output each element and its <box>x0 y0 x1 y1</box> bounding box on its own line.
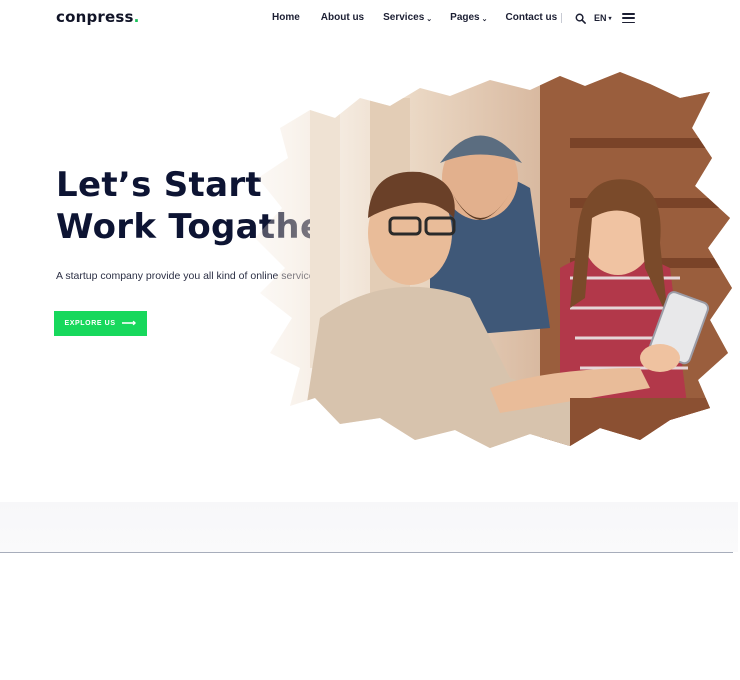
nav-about[interactable]: About us <box>321 12 364 23</box>
language-selector[interactable]: EN ▾ <box>594 13 612 23</box>
main-nav: Home About us Services ⌄ Pages ⌄ Contact u… <box>272 12 557 23</box>
site-header: conpress. Home About us Services ⌄ Pages ⌄… <box>0 0 740 38</box>
caret-down-icon: ▾ <box>608 15 612 22</box>
explore-us-button[interactable]: EXPLORE US ⟶ <box>54 311 147 336</box>
nav-home[interactable]: Home <box>272 12 300 23</box>
menu-icon[interactable] <box>622 13 635 24</box>
brand-dot: . <box>133 8 140 26</box>
hero-title-line1: Let’s Start <box>56 165 262 205</box>
nav-pages-label: Pages <box>450 12 480 23</box>
nav-divider <box>561 13 562 23</box>
brand-logo[interactable]: conpress. <box>56 8 140 26</box>
nav-pages[interactable]: Pages ⌄ <box>450 12 487 23</box>
arrow-right-icon: ⟶ <box>121 318 137 329</box>
nav-services[interactable]: Services ⌄ <box>383 12 432 23</box>
nav-about-label: About us <box>320 12 365 23</box>
section-transition <box>0 502 738 552</box>
section-divider <box>0 552 733 553</box>
chevron-down-icon: ⌄ <box>426 15 433 23</box>
nav-services-label: Services <box>383 12 425 23</box>
search-icon[interactable] <box>575 13 586 24</box>
nav-contact[interactable]: Contact us <box>506 12 558 23</box>
nav-home-label: Home <box>272 12 300 23</box>
chevron-down-icon: ⌄ <box>481 15 488 23</box>
language-label: EN <box>594 13 607 23</box>
hero-section: Let’s Start Work Togather A startup comp… <box>0 38 738 502</box>
explore-us-label: EXPLORE US <box>64 320 116 327</box>
brand-name: conpress <box>56 8 134 26</box>
hero-team-photo <box>255 72 732 448</box>
nav-contact-label: Contact us <box>505 12 558 23</box>
